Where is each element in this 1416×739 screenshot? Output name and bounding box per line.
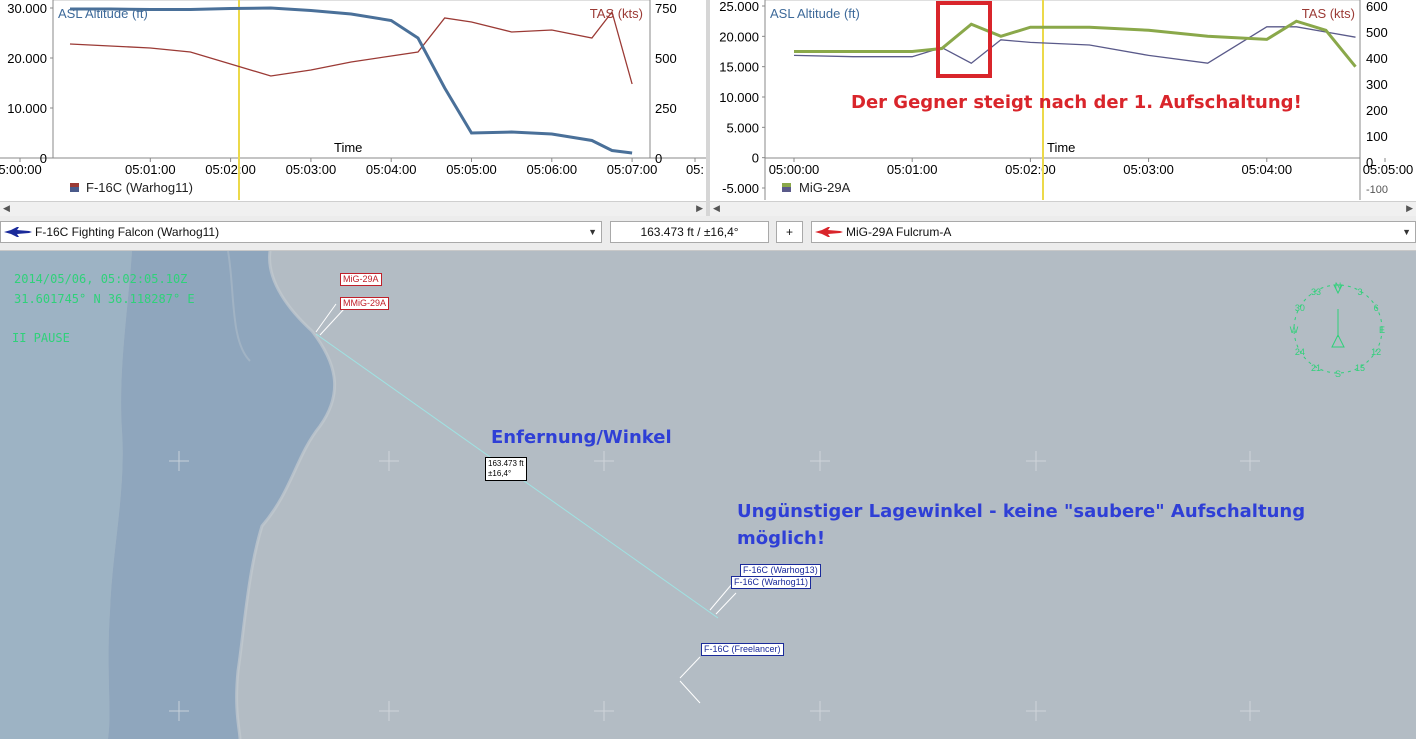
charts-area: ASL Altitude (ft) TAS (kts) 30.000 20.000… xyxy=(0,0,1416,216)
range-angle-tag: 163.473 ft ±16,4° xyxy=(485,457,527,481)
y-tick-label: 10.000 xyxy=(7,101,47,116)
x-tick-label: 05:05:00 xyxy=(446,162,497,177)
chevron-down-icon[interactable]: ▼ xyxy=(1402,222,1411,242)
y2-tick-label: 750 xyxy=(655,1,677,16)
compass-label: 12 xyxy=(1371,347,1381,357)
y2-tick-label: 200 xyxy=(1366,103,1388,118)
x-axis-title: Time xyxy=(334,140,362,155)
pause-indicator[interactable]: II PAUSE xyxy=(12,331,70,345)
distance-angle-annotation: Enfernung/Winkel xyxy=(491,427,672,448)
y-tick-label: -5.000 xyxy=(722,181,759,196)
y2-tick-label: 500 xyxy=(1366,25,1388,40)
x-tick-label: 05:04:00 xyxy=(366,162,417,177)
y-tick-label: 30.000 xyxy=(7,1,47,16)
y2-tick-label: 400 xyxy=(1366,51,1388,66)
plus-icon: + xyxy=(785,225,793,239)
x-tick-label: 05:06:00 xyxy=(526,162,577,177)
compass-label: S xyxy=(1335,369,1341,379)
unit-label-mig29-1[interactable]: MiG-29A xyxy=(340,273,382,286)
compass-label: 15 xyxy=(1355,363,1365,373)
compass-label: W xyxy=(1290,325,1299,335)
right-unit-select-value: MiG-29A Fulcrum-A xyxy=(846,225,952,239)
y-tick-label: 0 xyxy=(752,151,759,166)
x-tick-label: 05:02:00 xyxy=(205,162,256,177)
x-tick-label: 05:03:00 xyxy=(286,162,337,177)
compass-label: 24 xyxy=(1295,347,1305,357)
y-tick-label: 10.000 xyxy=(719,90,759,105)
y2-tick-label: 100 xyxy=(1366,129,1388,144)
tas-axis-title: TAS (kts) xyxy=(1302,6,1355,21)
x-tick-label: 05:01:00 xyxy=(125,162,176,177)
legend-label: F-16C (Warhog11) xyxy=(86,180,193,195)
y2-tick-label: -100 xyxy=(1366,184,1388,196)
range-angle-display: 163.473 ft / ±16,4° xyxy=(610,221,769,243)
legend-label: MiG-29A xyxy=(799,180,851,195)
tas-axis-title: TAS (kts) xyxy=(590,6,643,21)
compass-label: E xyxy=(1379,325,1385,335)
x-tick-label: 05:00:00 xyxy=(769,162,820,177)
compass-label: 3 xyxy=(1357,287,1362,297)
y-tick-label: 20.000 xyxy=(7,51,47,66)
chart-annotation: Der Gegner steigt nach der 1. Aufschaltu… xyxy=(851,92,1302,113)
tactical-map[interactable]: 2014/05/06, 05:02:05.10Z 31.601745° N 36… xyxy=(0,251,1416,739)
x-tick-label: 05: xyxy=(686,162,704,177)
y2-tick-label: 250 xyxy=(655,101,677,116)
left-unit-select[interactable]: F-16C Fighting Falcon (Warhog11) ▼ xyxy=(0,221,602,243)
cursor-coordinates: 31.601745° N 36.118287° E xyxy=(14,292,195,306)
right-unit-select[interactable]: MiG-29A Fulcrum-A ▼ xyxy=(811,221,1416,243)
scroll-left-icon[interactable]: ◀ xyxy=(713,203,720,214)
x-tick-label: 05:07:00 xyxy=(607,162,658,177)
compass-rose-icon[interactable]: N36E1215S2124W3033 xyxy=(1278,267,1398,387)
unit-label-mig29-2[interactable]: MMiG-29A xyxy=(340,297,390,310)
range-angle-value: 163.473 ft / ±16,4° xyxy=(640,225,739,239)
chevron-down-icon[interactable]: ▼ xyxy=(588,222,597,242)
f16-chart-panel: ASL Altitude (ft) TAS (kts) 30.000 20.000… xyxy=(0,0,706,216)
x-axis-title: Time xyxy=(1047,140,1075,155)
y2-tick-label: 300 xyxy=(1366,77,1388,92)
range-tag-distance: 163.473 ft xyxy=(488,459,524,468)
add-button[interactable]: + xyxy=(776,221,803,243)
unit-selection-toolbar: F-16C Fighting Falcon (Warhog11) ▼ 163.4… xyxy=(0,216,1416,251)
x-tick-label: 5:00:00 xyxy=(0,162,42,177)
scroll-left-icon[interactable]: ◀ xyxy=(3,203,10,214)
left-unit-select-value: F-16C Fighting Falcon (Warhog11) xyxy=(35,225,220,239)
unit-label-warhog11[interactable]: F-16C (Warhog11) xyxy=(731,576,812,589)
y-tick-label: 15.000 xyxy=(719,60,759,75)
compass-label: 6 xyxy=(1374,303,1379,313)
compass-label: 30 xyxy=(1295,303,1305,313)
compass-label: 21 xyxy=(1311,363,1321,373)
horizontal-scrollbar[interactable]: ◀ ▶ xyxy=(0,201,706,216)
range-tag-angle: ±16,4° xyxy=(488,469,512,478)
mig29-plane-icon xyxy=(815,227,843,237)
compass-label: 33 xyxy=(1311,287,1321,297)
x-tick-label: 05:03:00 xyxy=(1123,162,1174,177)
f16-altitude-tas-chart: ASL Altitude (ft) TAS (kts) 30.00020.000… xyxy=(0,0,706,216)
y-tick-label: 5.000 xyxy=(726,120,759,135)
scroll-right-icon[interactable]: ▶ xyxy=(696,203,703,214)
y2-tick-label: 600 xyxy=(1366,0,1388,14)
horizontal-scrollbar[interactable]: ◀ ▶ xyxy=(710,201,1416,216)
y-tick-label: 25.000 xyxy=(719,0,759,14)
unit-label-freelancer[interactable]: F-16C (Freelancer) xyxy=(701,643,784,656)
map-terrain xyxy=(0,251,1416,739)
y2-tick-label: 500 xyxy=(655,51,677,66)
scroll-right-icon[interactable]: ▶ xyxy=(1406,203,1413,214)
timestamp: 2014/05/06, 05:02:05.10Z xyxy=(14,272,188,286)
x-tick-label: 05:01:00 xyxy=(887,162,938,177)
mig-chart-panel: ASL Altitude (ft) TAS (kts) 25.000 20.000… xyxy=(710,0,1416,216)
y-tick-label: 20.000 xyxy=(719,29,759,44)
x-tick-label: 05:04:00 xyxy=(1241,162,1292,177)
aspect-angle-note-line1: Ungünstiger Lagewinkel - keine "saubere"… xyxy=(737,501,1306,522)
mig-altitude-tas-chart: ASL Altitude (ft) TAS (kts) 25.000 20.000… xyxy=(719,0,1414,200)
f16-plane-icon xyxy=(4,227,32,237)
aspect-angle-note-line2: möglich! xyxy=(737,528,826,549)
x-tick-label: 05:02:00 xyxy=(1005,162,1056,177)
x-tick-label: 05:05:00 xyxy=(1363,162,1414,177)
altitude-axis-title: ASL Altitude (ft) xyxy=(770,6,860,21)
